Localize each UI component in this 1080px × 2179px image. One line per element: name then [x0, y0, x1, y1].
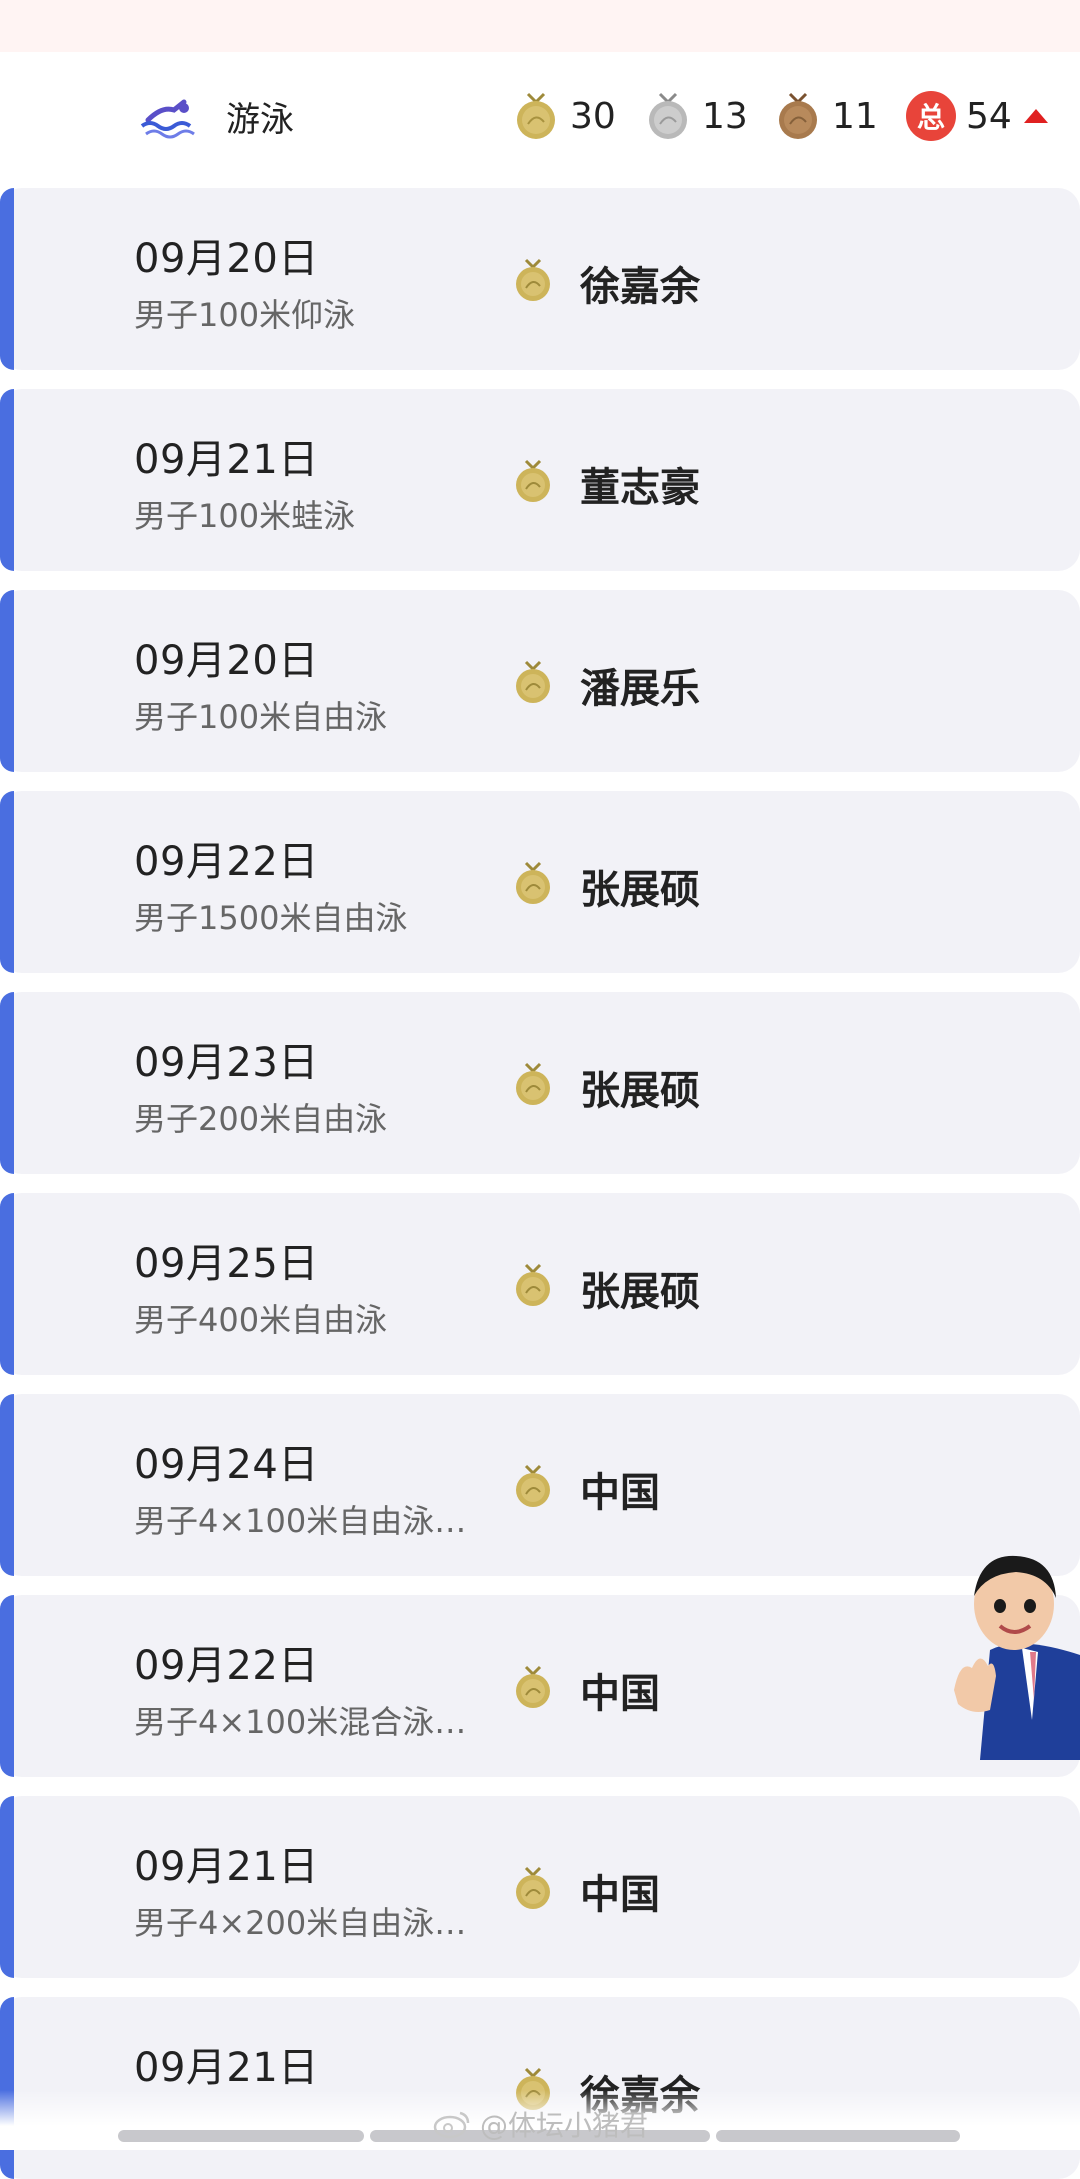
- medal-card[interactable]: 09月20日男子100米仰泳 徐嘉余: [0, 188, 1080, 370]
- gold-tally: 30: [512, 90, 616, 142]
- gold-medal-icon: [516, 1464, 550, 1507]
- winner-name: 潘展乐: [580, 666, 700, 712]
- weibo-icon: [433, 2111, 470, 2139]
- total-badge: 总: [906, 91, 956, 141]
- medal-card[interactable]: 09月22日男子1500米自由泳 张展硕: [0, 791, 1080, 973]
- winner-name: 董志豪: [580, 465, 700, 511]
- medal-date: 09月23日: [134, 1040, 319, 1086]
- card-accent-bar: [0, 1796, 14, 1978]
- trend-up-icon: [1023, 109, 1048, 123]
- total-tally: 总 54: [906, 90, 1048, 142]
- gold-medal-icon: [516, 660, 550, 703]
- medal-card[interactable]: 09月21日徐嘉余: [0, 1997, 1080, 2179]
- bronze-tally: 11: [774, 90, 878, 142]
- event-name: 男子400米自由泳: [134, 1301, 388, 1339]
- event-name: 男子100米仰泳: [134, 296, 356, 334]
- gold-medal-icon: [516, 1263, 550, 1306]
- gold-medal-icon: [516, 459, 550, 502]
- page-indicator-1[interactable]: [118, 2130, 364, 2142]
- gold-medal-icon: [516, 1062, 550, 1105]
- silver-tally: 13: [644, 90, 748, 142]
- gold-medal-icon: [516, 1665, 550, 1708]
- medal-card[interactable]: 09月25日男子400米自由泳 张展硕: [0, 1193, 1080, 1375]
- medal-date: 09月20日: [134, 638, 319, 684]
- event-name: 男子1500米自由泳: [134, 899, 408, 937]
- winner-name: 中国: [580, 1671, 660, 1717]
- silver-count: 13: [702, 95, 748, 137]
- top-band: [0, 0, 1080, 52]
- event-name: 男子100米蛙泳: [134, 497, 356, 535]
- watermark-text: @体坛小猪君: [480, 2109, 649, 2142]
- card-accent-bar: [0, 389, 14, 571]
- medal-card[interactable]: 09月24日男子4×100米自由泳… 中国: [0, 1394, 1080, 1576]
- medal-card[interactable]: 09月23日男子200米自由泳 张展硕: [0, 992, 1080, 1174]
- medal-card[interactable]: 09月22日男子4×100米混合泳… 中国: [0, 1595, 1080, 1777]
- event-name: 男子4×100米自由泳…: [134, 1502, 467, 1540]
- medal-date: 09月25日: [134, 1241, 319, 1287]
- card-accent-bar: [0, 188, 14, 370]
- medal-date: 09月21日: [134, 2045, 319, 2091]
- card-accent-bar: [0, 1394, 14, 1576]
- card-accent-bar: [0, 992, 14, 1174]
- winner-name: 张展硕: [580, 1269, 700, 1315]
- medal-card[interactable]: 09月21日男子4×200米自由泳… 中国: [0, 1796, 1080, 1978]
- medal-card[interactable]: 09月21日男子100米蛙泳 董志豪: [0, 389, 1080, 571]
- bronze-medal-icon: [779, 92, 817, 139]
- event-name: 男子100米自由泳: [134, 698, 388, 736]
- watermark: @体坛小猪君: [432, 2104, 648, 2144]
- winner-name: 中国: [580, 1470, 660, 1516]
- card-accent-bar: [0, 590, 14, 772]
- card-accent-bar: [0, 791, 14, 973]
- bronze-count: 11: [832, 95, 878, 137]
- page-indicator-3[interactable]: [716, 2130, 960, 2142]
- card-accent-bar: [0, 1997, 14, 2179]
- event-name: 男子200米自由泳: [134, 1100, 388, 1138]
- gold-medal-icon: [517, 92, 555, 139]
- medal-date: 09月21日: [134, 437, 319, 483]
- medal-card[interactable]: 09月20日男子100米自由泳 潘展乐: [0, 590, 1080, 772]
- total-count: 54: [966, 95, 1012, 137]
- medal-date: 09月21日: [134, 1844, 319, 1890]
- winner-name: 徐嘉余: [580, 264, 700, 310]
- medal-date: 09月22日: [134, 1643, 319, 1689]
- gold-medal-icon: [516, 861, 550, 904]
- gold-medal-icon: [516, 258, 550, 301]
- mascot-avatar[interactable]: [950, 1540, 1080, 1760]
- gold-medal-icon: [516, 1866, 550, 1909]
- gold-count: 30: [570, 95, 616, 137]
- event-name: 男子4×100米混合泳…: [134, 1703, 467, 1741]
- winner-name: 张展硕: [580, 867, 700, 913]
- medal-date: 09月22日: [134, 839, 319, 885]
- event-name: 男子4×200米自由泳…: [134, 1904, 467, 1942]
- swimming-icon: [140, 99, 195, 139]
- medal-date: 09月20日: [134, 236, 319, 282]
- silver-medal-icon: [649, 92, 687, 139]
- medal-date: 09月24日: [134, 1442, 319, 1488]
- sport-name: 游泳: [226, 100, 294, 140]
- winner-name: 张展硕: [580, 1068, 700, 1114]
- winner-name: 中国: [580, 1872, 660, 1918]
- card-accent-bar: [0, 1193, 14, 1375]
- card-accent-bar: [0, 1595, 14, 1777]
